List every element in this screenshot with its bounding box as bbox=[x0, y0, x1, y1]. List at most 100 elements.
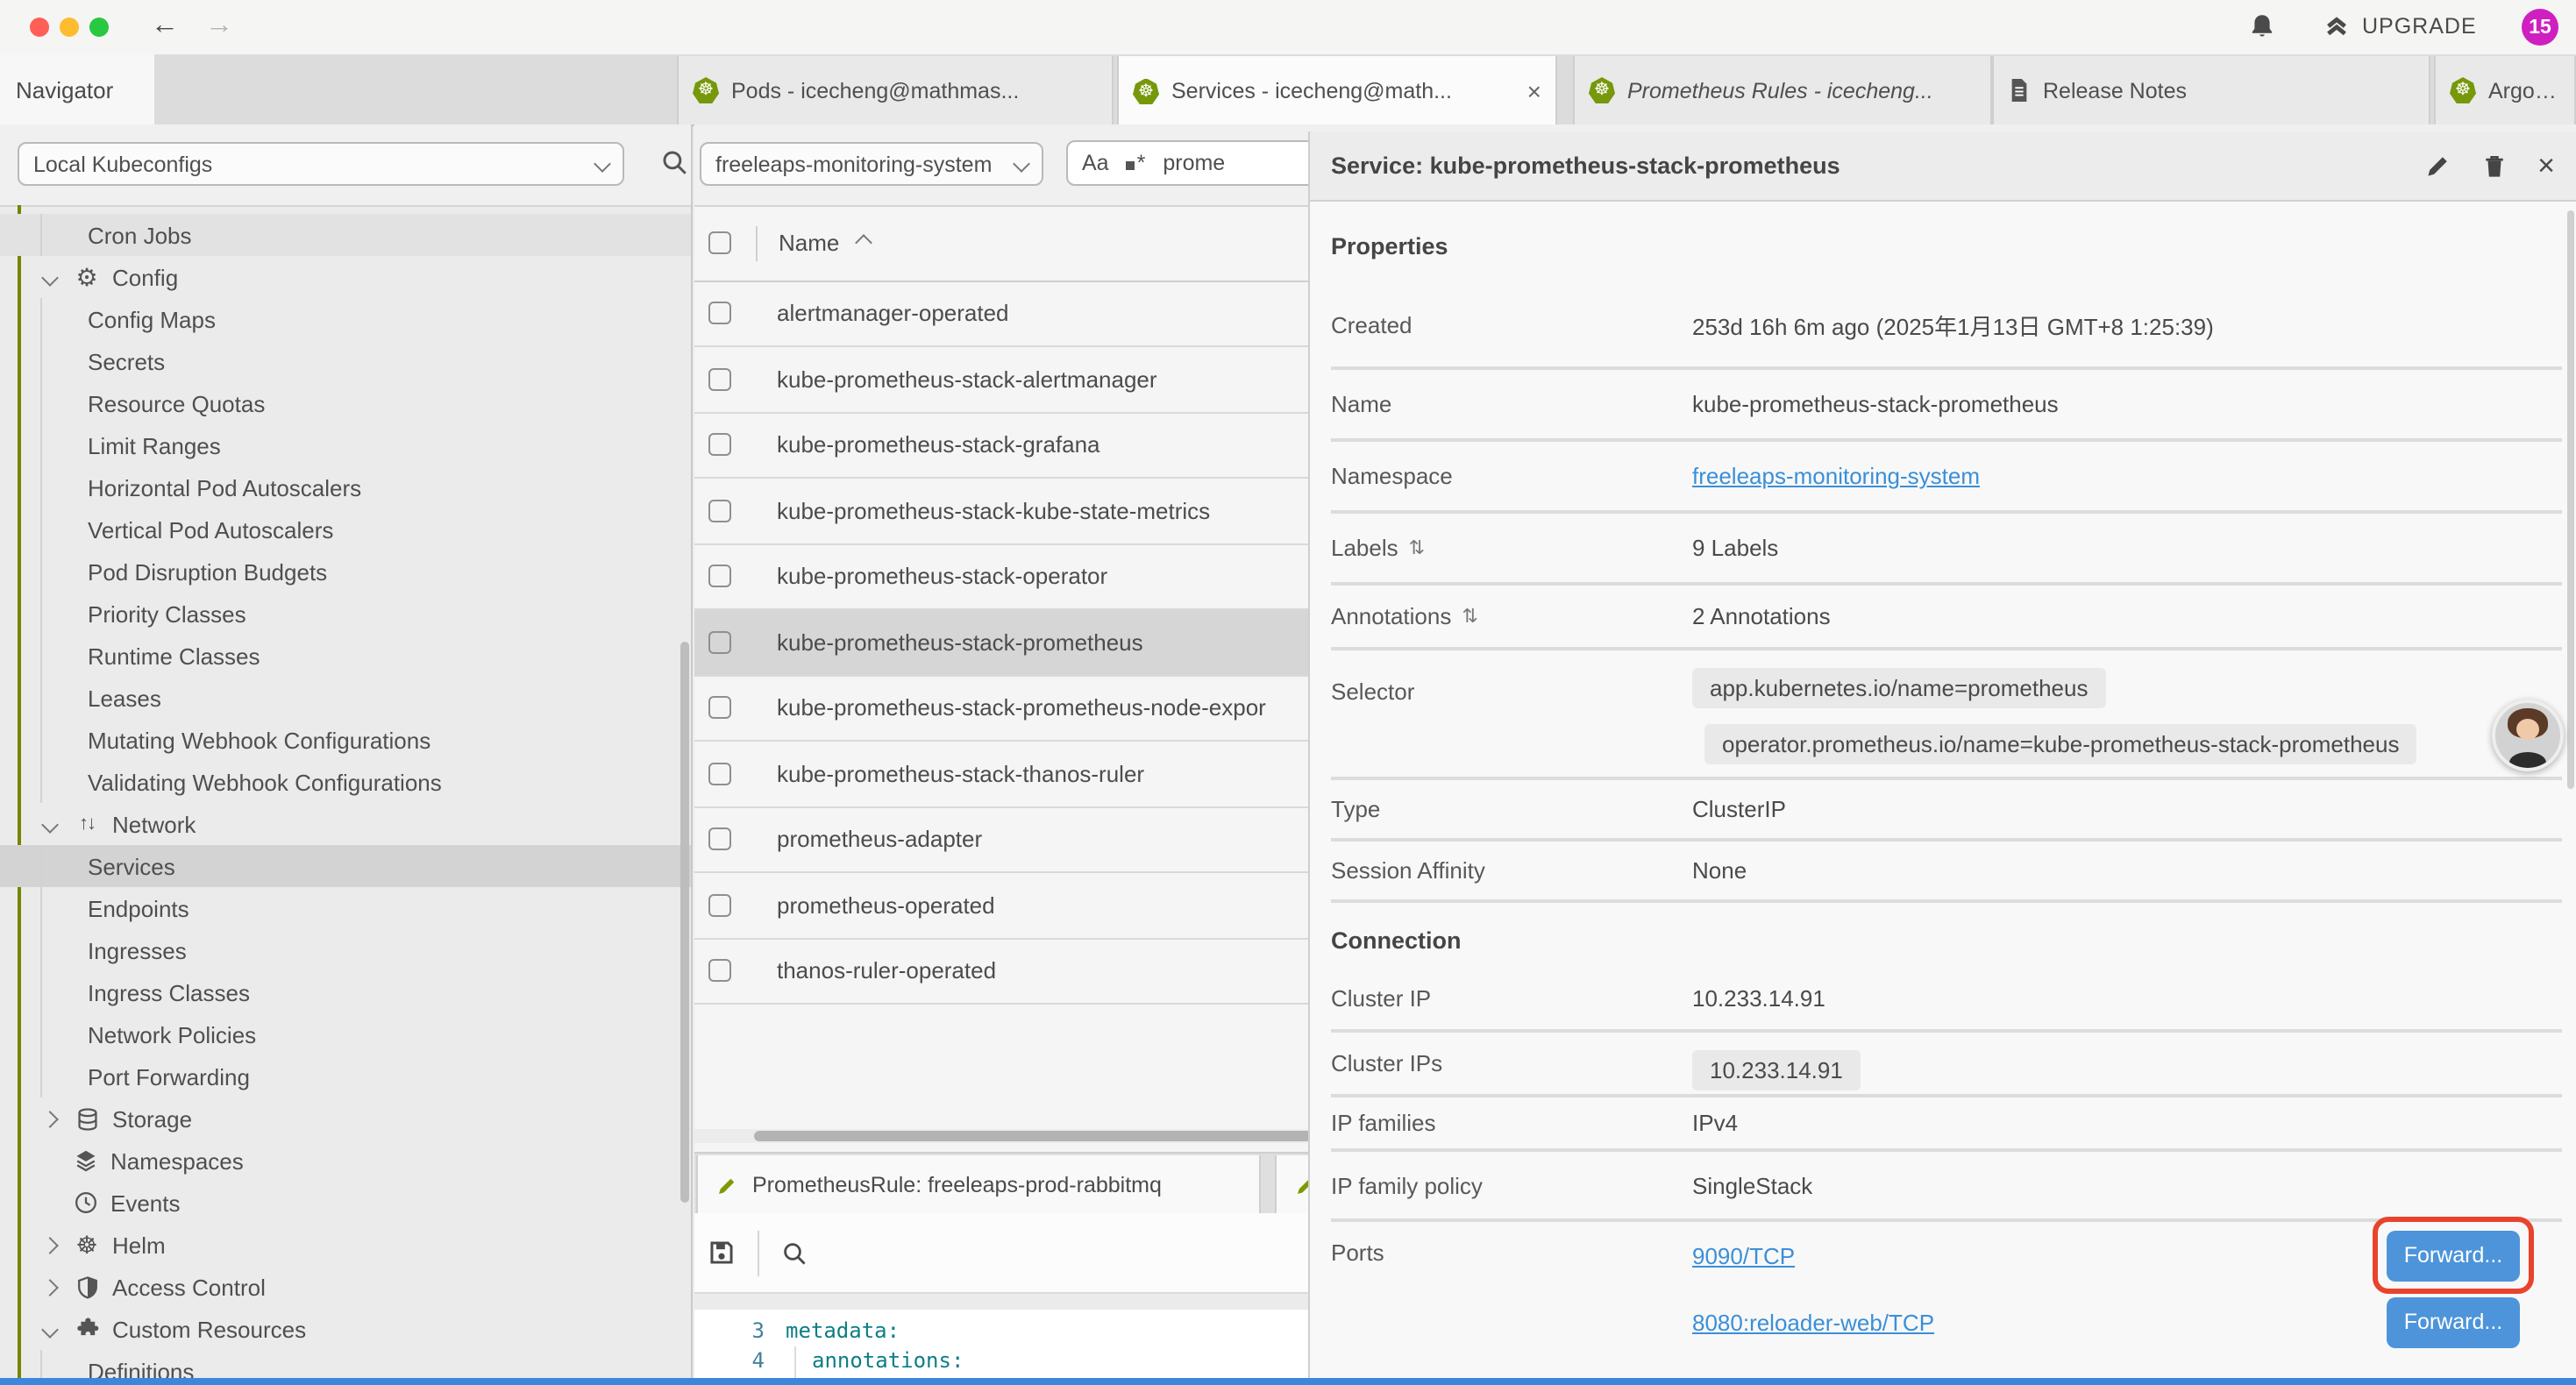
port-link[interactable]: 9090/TCP bbox=[1692, 1242, 1795, 1268]
editor-search-icon[interactable] bbox=[780, 1239, 808, 1267]
port-link[interactable]: 8080:reloader-web/TCP bbox=[1692, 1309, 1934, 1335]
sidebar-item-custom-resources[interactable]: Custom Resources bbox=[0, 1308, 691, 1350]
detail-row-cluster-ips: Cluster IPs10.233.14.91 bbox=[1331, 1033, 2562, 1097]
sidebar-item-access-control[interactable]: Access Control bbox=[0, 1266, 691, 1308]
sidebar-item-horizontal-pod-autoscalers[interactable]: Horizontal Pod Autoscalers bbox=[0, 466, 691, 508]
chevron-right-icon[interactable] bbox=[41, 1110, 59, 1127]
row-checkbox[interactable] bbox=[708, 631, 731, 654]
sidebar-item-pod-disruption-budgets[interactable]: Pod Disruption Budgets bbox=[0, 550, 691, 593]
detail-label: Session Affinity bbox=[1331, 857, 1692, 884]
sidebar-item-config-maps[interactable]: Config Maps bbox=[0, 298, 691, 340]
save-button[interactable] bbox=[707, 1238, 737, 1268]
tab-release-notes[interactable]: Release Notes bbox=[1992, 56, 2430, 124]
sort-ascending-icon[interactable] bbox=[854, 234, 872, 252]
back-icon[interactable]: ← bbox=[151, 7, 179, 46]
kubeconfig-select[interactable]: Local Kubeconfigs bbox=[18, 142, 624, 186]
sidebar-scrollbar[interactable] bbox=[680, 642, 689, 1203]
tab-prometheus-rules-icecheng[interactable]: ☸Prometheus Rules - icecheng... bbox=[1573, 56, 1992, 124]
chevron-down-icon[interactable] bbox=[41, 1320, 59, 1338]
sidebar-item-limit-ranges[interactable]: Limit Ranges bbox=[0, 424, 691, 466]
detail-row-session-affinity: Session AffinityNone bbox=[1331, 842, 2562, 903]
chevron-down-icon[interactable] bbox=[41, 268, 59, 286]
service-name-cell: alertmanager-operated bbox=[777, 301, 1009, 327]
sidebar-item-endpoints[interactable]: Endpoints bbox=[0, 887, 691, 929]
row-checkbox[interactable] bbox=[708, 500, 731, 522]
row-checkbox[interactable] bbox=[708, 828, 731, 851]
row-checkbox[interactable] bbox=[708, 368, 731, 391]
forward-button[interactable]: Forward... bbox=[2387, 1296, 2520, 1347]
sidebar-item-events[interactable]: Events bbox=[0, 1182, 691, 1224]
sidebar-item-storage[interactable]: Storage bbox=[0, 1097, 691, 1140]
database-icon bbox=[72, 1105, 102, 1132]
forward-icon[interactable]: → bbox=[205, 7, 233, 46]
upgrade-button[interactable]: UPGRADE bbox=[2322, 12, 2477, 39]
sidebar-item-label: Cron Jobs bbox=[88, 222, 192, 248]
close-tab-icon[interactable]: × bbox=[1527, 79, 1541, 103]
sidebar-item-validating-webhook-configurations[interactable]: Validating Webhook Configurations bbox=[0, 761, 691, 803]
sort-toggle-icon[interactable]: ⇅ bbox=[1409, 536, 1425, 559]
drawer-scrollbar[interactable] bbox=[2567, 210, 2574, 789]
notification-count-badge[interactable]: 15 bbox=[2522, 9, 2558, 46]
select-all-checkbox[interactable] bbox=[708, 231, 731, 254]
sort-toggle-icon[interactable]: ⇅ bbox=[1462, 605, 1477, 628]
name-column-header[interactable]: Name bbox=[779, 230, 839, 256]
detail-label: Ports bbox=[1331, 1239, 1384, 1266]
value-chip: operator.prometheus.io/name=kube-prometh… bbox=[1704, 724, 2417, 764]
tab-services-icecheng-math[interactable]: ☸Services - icecheng@math...× bbox=[1117, 56, 1557, 126]
sidebar-item-network-policies[interactable]: Network Policies bbox=[0, 1013, 691, 1055]
tab-argo-se[interactable]: ☸Argo Se bbox=[2434, 56, 2576, 124]
row-checkbox[interactable] bbox=[708, 763, 731, 785]
sidebar-item-label: Leases bbox=[88, 685, 161, 711]
row-checkbox[interactable] bbox=[708, 434, 731, 457]
dock-tab-prometheusrule[interactable]: PrometheusRule: freeleaps-prod-rabbitmq bbox=[696, 1155, 1261, 1215]
chevron-right-icon[interactable] bbox=[41, 1278, 59, 1296]
namespace-select[interactable]: freeleaps-monitoring-system bbox=[700, 142, 1043, 186]
sidebar-item-secrets[interactable]: Secrets bbox=[0, 340, 691, 382]
sidebar-item-ingress-classes[interactable]: Ingress Classes bbox=[0, 971, 691, 1013]
close-window-button[interactable] bbox=[30, 18, 49, 37]
row-checkbox[interactable] bbox=[708, 894, 731, 917]
row-checkbox[interactable] bbox=[708, 697, 731, 720]
sidebar-item-label: Custom Resources bbox=[112, 1316, 306, 1342]
sidebar-item-vertical-pod-autoscalers[interactable]: Vertical Pod Autoscalers bbox=[0, 508, 691, 550]
row-checkbox[interactable] bbox=[708, 565, 731, 588]
sidebar-item-cron-jobs[interactable]: Cron Jobs bbox=[0, 214, 691, 256]
sidebar-item-mutating-webhook-configurations[interactable]: Mutating Webhook Configurations bbox=[0, 719, 691, 761]
close-drawer-icon[interactable]: × bbox=[2537, 153, 2555, 179]
detail-label: Labels⇅ bbox=[1331, 535, 1692, 561]
floating-user-avatar bbox=[2492, 700, 2564, 771]
section-heading-properties: Properties bbox=[1331, 202, 2576, 282]
sidebar-item-priority-classes[interactable]: Priority Classes bbox=[0, 593, 691, 635]
tab-pods-icecheng-mathmas[interactable]: ☸Pods - icecheng@mathmas... bbox=[677, 56, 1114, 124]
regex-toggle[interactable]: * bbox=[1127, 151, 1146, 175]
service-name-cell: kube-prometheus-stack-kube-state-metrics bbox=[777, 498, 1210, 524]
sidebar-item-label: Helm bbox=[112, 1232, 166, 1258]
sidebar-item-namespaces[interactable]: Namespaces bbox=[0, 1140, 691, 1182]
sidebar-item-services[interactable]: Services bbox=[0, 845, 691, 887]
chevron-down-icon[interactable] bbox=[41, 815, 59, 833]
namespace-link[interactable]: freeleaps-monitoring-system bbox=[1692, 463, 1980, 489]
sidebar-item-network[interactable]: ↑↓Network bbox=[0, 803, 691, 845]
sidebar-item-leases[interactable]: Leases bbox=[0, 677, 691, 719]
sidebar-item-resource-quotas[interactable]: Resource Quotas bbox=[0, 382, 691, 424]
sidebar-item-helm[interactable]: ☸Helm bbox=[0, 1224, 691, 1266]
maximize-window-button[interactable] bbox=[89, 18, 109, 37]
ports-list: 9090/TCP Forward... 8080:reloader-web/TCP F… bbox=[1692, 1222, 2562, 1355]
minimize-window-button[interactable] bbox=[60, 18, 79, 37]
row-checkbox[interactable] bbox=[708, 302, 731, 325]
sidebar-item-runtime-classes[interactable]: Runtime Classes bbox=[0, 635, 691, 677]
sidebar-item-config[interactable]: ⚙Config bbox=[0, 256, 691, 298]
delete-resource-button[interactable] bbox=[2481, 152, 2508, 180]
match-case-toggle[interactable]: Aa bbox=[1082, 151, 1109, 175]
sidebar-item-port-forwarding[interactable]: Port Forwarding bbox=[0, 1055, 691, 1097]
sidebar-item-label: Namespaces bbox=[110, 1147, 244, 1174]
sidebar-item-ingresses[interactable]: Ingresses bbox=[0, 929, 691, 971]
chevron-right-icon[interactable] bbox=[41, 1236, 59, 1254]
navigator-panel-tab[interactable]: Navigator bbox=[0, 54, 154, 124]
navigator-search-icon[interactable] bbox=[659, 147, 689, 177]
forward-button[interactable]: Forward... bbox=[2387, 1230, 2520, 1281]
edit-resource-button[interactable] bbox=[2425, 153, 2451, 179]
puzzle-icon bbox=[72, 1317, 102, 1341]
notifications-bell-icon[interactable] bbox=[2248, 12, 2276, 40]
row-checkbox[interactable] bbox=[708, 960, 731, 983]
